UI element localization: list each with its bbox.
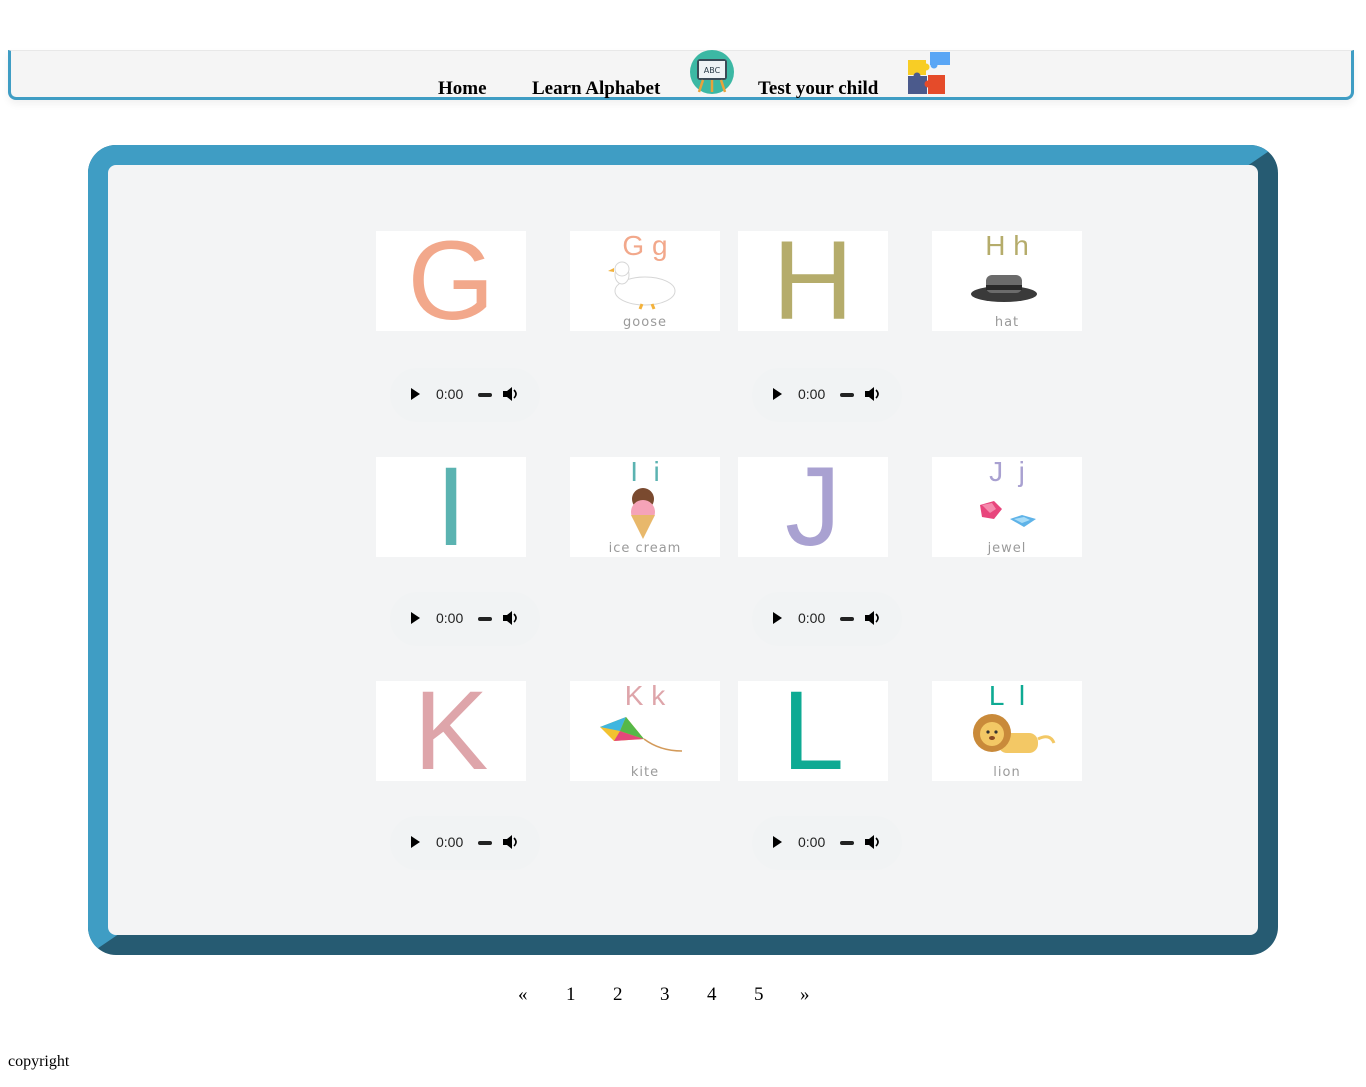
audio-player[interactable]: 0:00	[752, 592, 902, 646]
top-navbar: Home Learn Alphabet ABC Test your child	[8, 50, 1354, 100]
audio-progress-slider[interactable]	[478, 841, 492, 845]
letter-card-k: K	[376, 681, 526, 781]
picture-card-goose: G g goose	[570, 231, 720, 331]
alphabet-panel: G G g goose H H h hat 0:00 0:00 I I i ic…	[108, 165, 1258, 935]
audio-player[interactable]: 0:00	[752, 816, 902, 870]
abc-board-text: ABC	[704, 66, 721, 75]
picture-card-ice-cream: I i ice cream	[570, 457, 720, 557]
audio-player[interactable]: 0:00	[390, 816, 540, 870]
pagination-page-5[interactable]: 5	[754, 984, 764, 1006]
volume-icon[interactable]	[502, 385, 520, 403]
play-icon[interactable]	[410, 387, 420, 401]
audio-progress-slider[interactable]	[840, 617, 854, 621]
picture-card-hat: H h hat	[932, 231, 1082, 331]
picture-word: kite	[630, 765, 660, 780]
puzzle-icon[interactable]	[906, 50, 954, 101]
audio-player[interactable]: 0:00	[390, 368, 540, 422]
pagination-page-2[interactable]: 2	[613, 984, 623, 1006]
letter-card-l: L	[738, 681, 888, 781]
picture-word: lion	[993, 765, 1021, 780]
pagination-prev[interactable]: «	[518, 984, 528, 1006]
big-letter: L	[781, 681, 845, 781]
pagination-page-4[interactable]: 4	[707, 984, 717, 1006]
big-letter: H	[772, 231, 854, 331]
footer-copyright: copyright	[8, 1053, 70, 1070]
audio-player[interactable]: 0:00	[390, 592, 540, 646]
audio-time: 0:00	[798, 834, 826, 850]
play-icon[interactable]	[772, 611, 782, 625]
picture-word: ice cream	[608, 541, 682, 556]
audio-progress-slider[interactable]	[840, 841, 854, 845]
nav-learn-alphabet-link[interactable]: Learn Alphabet	[532, 78, 660, 100]
audio-progress-slider[interactable]	[478, 393, 492, 397]
play-icon[interactable]	[410, 611, 420, 625]
picture-card-kite: K k kite	[570, 681, 720, 781]
picture-card-jewel: J j jewel	[932, 457, 1082, 557]
audio-player[interactable]: 0:00	[752, 368, 902, 422]
pagination-page-3[interactable]: 3	[660, 984, 670, 1006]
letter-card-g: G	[376, 231, 526, 331]
nav-home-link[interactable]: Home	[438, 78, 487, 100]
volume-icon[interactable]	[864, 385, 882, 403]
alphabet-board: G G g goose H H h hat 0:00 0:00 I I i ic…	[88, 145, 1278, 955]
audio-progress-slider[interactable]	[478, 617, 492, 621]
play-icon[interactable]	[772, 835, 782, 849]
picture-card-lion: L l lion	[932, 681, 1082, 781]
play-icon[interactable]	[772, 387, 782, 401]
nav-test-your-child-link[interactable]: Test your child	[758, 78, 878, 100]
audio-time: 0:00	[436, 610, 464, 626]
big-letter: J	[785, 457, 841, 557]
big-letter: K	[413, 681, 489, 781]
audio-time: 0:00	[798, 386, 826, 402]
picture-word: jewel	[987, 541, 1027, 556]
volume-icon[interactable]	[864, 833, 882, 851]
big-letter: I	[435, 457, 467, 557]
audio-time: 0:00	[436, 834, 464, 850]
picture-word: hat	[994, 315, 1020, 330]
letter-card-i: I	[376, 457, 526, 557]
volume-icon[interactable]	[864, 609, 882, 627]
play-icon[interactable]	[410, 835, 420, 849]
pagination-next[interactable]: »	[800, 984, 810, 1006]
picture-word: goose	[623, 315, 667, 330]
volume-icon[interactable]	[502, 609, 520, 627]
big-letter: G	[407, 231, 495, 331]
abc-board-icon[interactable]: ABC	[689, 49, 735, 100]
pagination-page-1[interactable]: 1	[566, 984, 576, 1006]
letter-card-j: J	[738, 457, 888, 557]
volume-icon[interactable]	[502, 833, 520, 851]
letter-card-h: H	[738, 231, 888, 331]
audio-time: 0:00	[436, 386, 464, 402]
audio-progress-slider[interactable]	[840, 393, 854, 397]
audio-time: 0:00	[798, 610, 826, 626]
